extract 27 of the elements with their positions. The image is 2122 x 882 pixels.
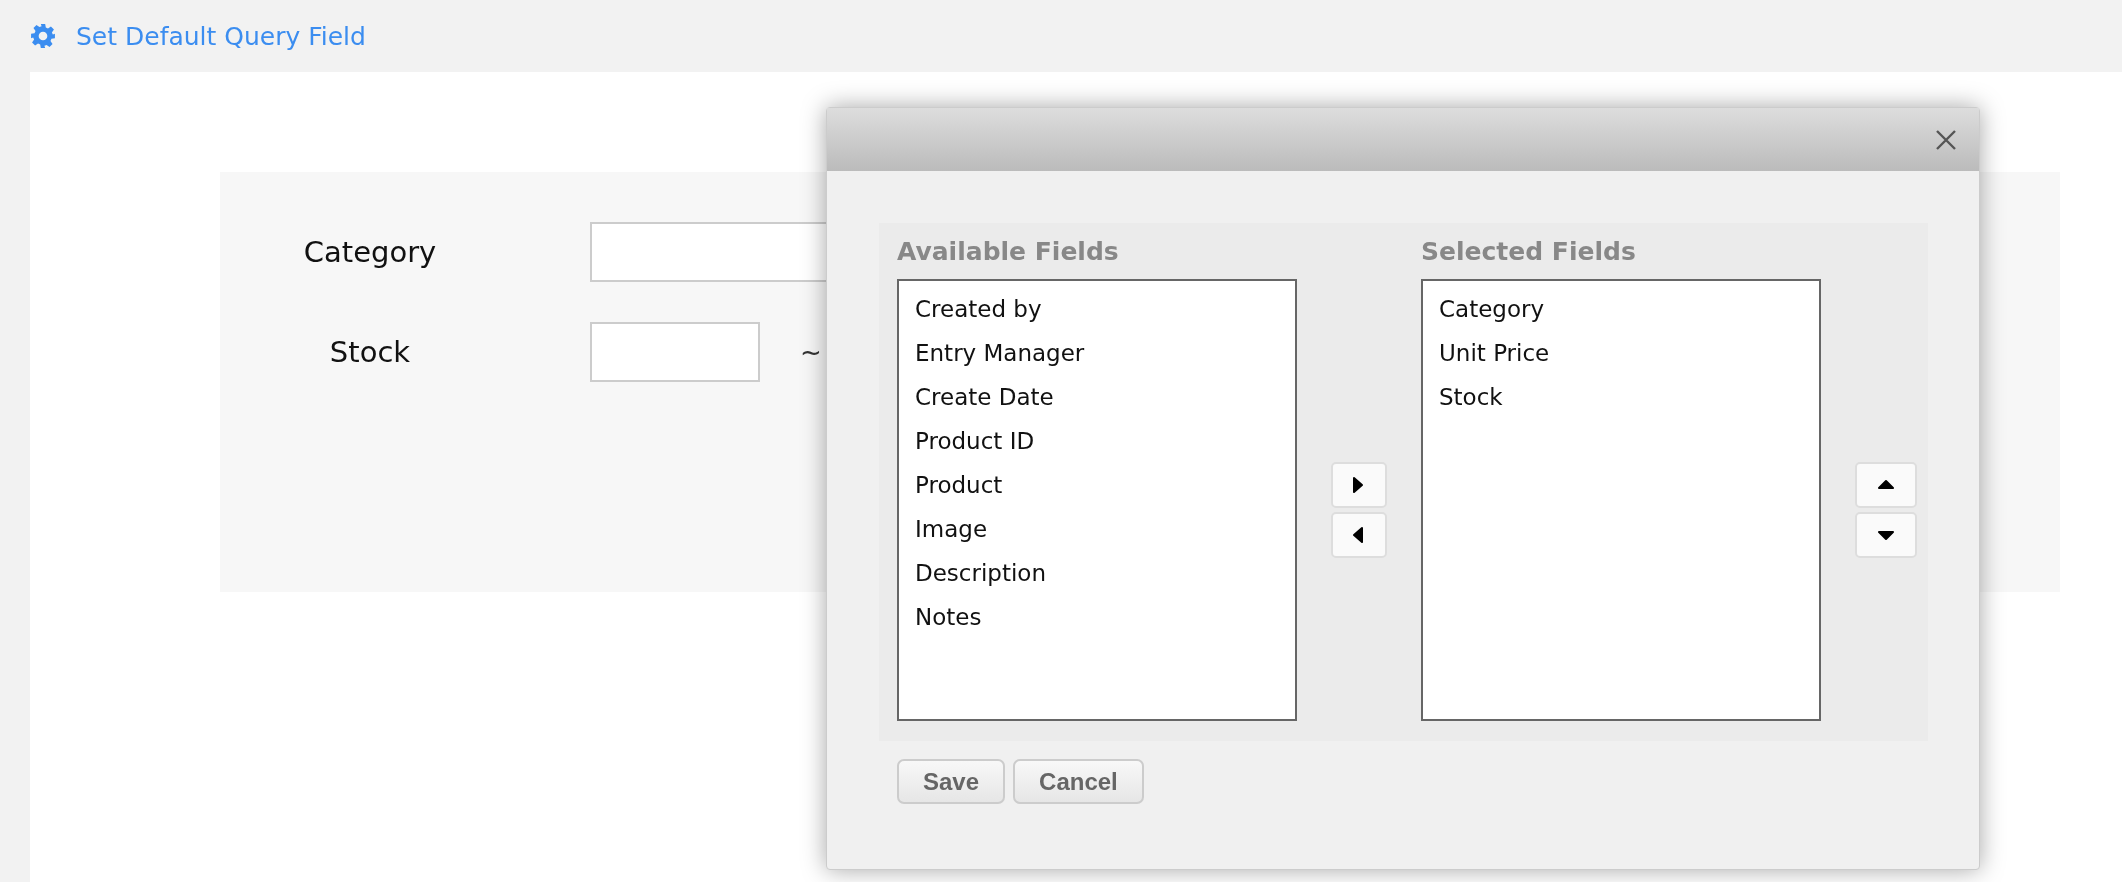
available-fields-list[interactable]: Created by Entry Manager Create Date Product ID Product Image Description Notes xyxy=(897,279,1297,721)
move-up-button[interactable] xyxy=(1855,462,1917,508)
field-option[interactable]: Category xyxy=(1439,287,1803,331)
field-option[interactable]: Create Date xyxy=(915,375,1279,419)
field-option[interactable]: Product ID xyxy=(915,419,1279,463)
gear-icon xyxy=(30,23,56,49)
move-down-button[interactable] xyxy=(1855,512,1917,558)
field-option[interactable]: Entry Manager xyxy=(915,331,1279,375)
field-option[interactable]: Image xyxy=(915,507,1279,551)
field-label: Stock xyxy=(328,335,412,369)
save-button[interactable]: Save xyxy=(897,759,1006,804)
add-field-button[interactable] xyxy=(1331,462,1387,508)
available-fields-heading: Available Fields xyxy=(897,235,1120,268)
close-icon[interactable] xyxy=(1935,128,1957,151)
field-option[interactable]: Description xyxy=(915,551,1279,595)
remove-field-button[interactable] xyxy=(1331,512,1387,558)
cancel-button[interactable]: Cancel xyxy=(1013,759,1144,804)
field-option[interactable]: Created by xyxy=(915,287,1279,331)
range-separator: ~ xyxy=(800,337,822,367)
field-option[interactable]: Notes xyxy=(915,595,1279,639)
field-option[interactable]: Unit Price xyxy=(1439,331,1803,375)
selected-fields-heading: Selected Fields xyxy=(1421,235,1637,268)
selected-fields-list[interactable]: Category Unit Price Stock xyxy=(1421,279,1821,721)
field-option[interactable]: Product xyxy=(915,463,1279,507)
field-label: Category xyxy=(302,235,438,269)
field-option[interactable]: Stock xyxy=(1439,375,1803,419)
range-start-input[interactable] xyxy=(590,322,760,382)
